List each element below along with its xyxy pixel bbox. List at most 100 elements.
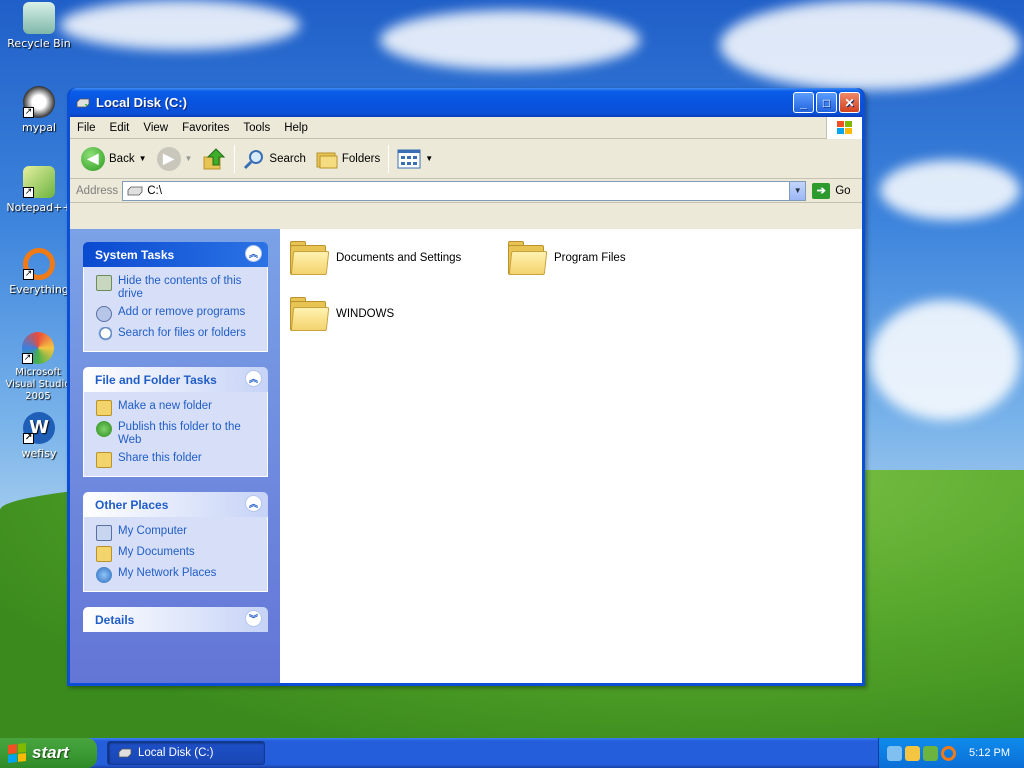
folder-label: Documents and Settings: [336, 252, 462, 264]
folder-icon: [508, 241, 548, 275]
shortcut-arrow-icon: ↗: [23, 187, 34, 198]
taskbar-button-local-disk[interactable]: Local Disk (C:): [107, 741, 265, 765]
drive-icon: [127, 186, 143, 195]
back-dropdown-icon[interactable]: ▼: [139, 154, 147, 163]
add-remove-programs-icon: [96, 306, 112, 322]
place-my-computer[interactable]: My Computer: [96, 525, 261, 541]
up-folder-button[interactable]: [197, 143, 231, 175]
menu-edit[interactable]: Edit: [103, 122, 137, 134]
folder-item[interactable]: Documents and Settings: [290, 241, 461, 275]
windows-flag-icon: [8, 743, 26, 763]
task-hide-drive-contents[interactable]: Hide the contents of this drive: [96, 275, 261, 301]
desktop-icon-visual-studio[interactable]: ↗ Microsoft Visual Studio 2005: [0, 332, 76, 403]
file-list: Documents and Settings Program Files WIN…: [280, 229, 862, 683]
tray-notepadpp-icon[interactable]: [923, 745, 938, 761]
task-publish-folder-web[interactable]: Publish this folder to the Web: [96, 421, 261, 447]
tray-everything-icon[interactable]: [941, 745, 956, 761]
panel-title: System Tasks: [95, 247, 175, 262]
collapse-chevron-icon[interactable]: ︽: [245, 245, 262, 262]
task-pane: System Tasks ︽ Hide the contents of this…: [70, 229, 280, 683]
minimize-button[interactable]: _: [793, 92, 814, 113]
network-places-icon: [96, 567, 112, 583]
go-button[interactable]: ➔ Go: [812, 182, 851, 199]
hide-contents-icon: [96, 275, 112, 291]
close-button[interactable]: ✕: [839, 92, 860, 113]
search-icon: [244, 149, 264, 169]
panel-other-places: Other Places ︽ My Computer My Documents: [83, 492, 268, 592]
menu-file[interactable]: File: [70, 122, 103, 134]
forward-dropdown-icon[interactable]: ▼: [185, 154, 193, 163]
panel-title: Details: [95, 612, 135, 627]
back-label: Back: [109, 152, 135, 165]
folder-item[interactable]: WINDOWS: [290, 297, 394, 331]
system-tray: 5:12 PM: [878, 738, 1024, 768]
folder-item[interactable]: Program Files: [508, 241, 626, 275]
desktop-icon-label: Recycle Bin: [7, 37, 71, 50]
everything-icon: ↗: [23, 248, 55, 280]
task-add-remove-programs[interactable]: Add or remove programs: [96, 306, 261, 322]
start-button[interactable]: start: [0, 738, 97, 768]
address-input[interactable]: C:\ ▼: [122, 180, 807, 201]
folder-icon: [290, 241, 330, 275]
desktop-icon-label: Microsoft Visual Studio 2005: [5, 367, 71, 402]
menu-help[interactable]: Help: [277, 122, 315, 134]
folders-button[interactable]: Folders: [311, 143, 385, 175]
clock[interactable]: 5:12 PM: [969, 747, 1010, 759]
expand-chevron-icon[interactable]: ︾: [245, 610, 262, 627]
back-button[interactable]: ◀ Back ▼: [76, 143, 152, 175]
folder-label: WINDOWS: [336, 308, 395, 320]
mypal-icon: ↗: [23, 86, 55, 118]
desktop-icon-recycle-bin[interactable]: Recycle Bin: [0, 2, 78, 50]
windows-logo-icon: [826, 117, 862, 139]
folder-icon: [290, 297, 330, 331]
panel-header[interactable]: Details ︾: [83, 607, 268, 632]
views-button[interactable]: ▼: [392, 143, 438, 175]
title-bar[interactable]: Local Disk (C:) _ □ ✕: [70, 88, 862, 117]
search-label: Search: [269, 152, 306, 165]
visual-studio-icon: ↗: [22, 332, 54, 364]
my-documents-icon: [96, 546, 112, 562]
views-icon: [397, 149, 421, 168]
menu-favorites[interactable]: Favorites: [175, 122, 236, 134]
shortcut-arrow-icon: ↗: [23, 433, 34, 444]
window-title: Local Disk (C:): [96, 95, 188, 110]
taskbar: start Local Disk (C:) 5:12 PM: [0, 738, 1024, 768]
tray-network-icon[interactable]: [887, 745, 902, 761]
drive-icon: [118, 748, 132, 758]
back-arrow-icon: ◀: [81, 146, 105, 171]
tray-wefisy-icon[interactable]: [905, 745, 920, 761]
place-my-documents[interactable]: My Documents: [96, 546, 261, 562]
collapse-chevron-icon[interactable]: ︽: [245, 495, 262, 512]
panel-title: File and Folder Tasks: [95, 372, 217, 387]
menu-tools[interactable]: Tools: [236, 122, 277, 134]
forward-button[interactable]: ▶ ▼: [152, 143, 198, 175]
up-folder-icon: [203, 147, 226, 169]
menu-view[interactable]: View: [136, 122, 175, 134]
maximize-button[interactable]: □: [816, 92, 837, 113]
task-search-files[interactable]: Search for files or folders: [96, 327, 261, 343]
shortcut-arrow-icon: ↗: [23, 107, 34, 118]
toolbar: ◀ Back ▼ ▶ ▼ Search Folders ▼: [70, 139, 862, 179]
go-label: Go: [835, 184, 851, 197]
start-label: start: [32, 743, 69, 762]
panel-header[interactable]: File and Folder Tasks ︽: [83, 367, 268, 392]
address-dropdown-icon[interactable]: ▼: [789, 181, 806, 200]
task-share-folder[interactable]: Share this folder: [96, 452, 261, 468]
search-icon: [96, 327, 112, 343]
search-button[interactable]: Search: [238, 143, 310, 175]
place-my-network-places[interactable]: My Network Places: [96, 567, 261, 583]
go-arrow-icon: ➔: [812, 182, 831, 199]
panel-header[interactable]: System Tasks ︽: [83, 242, 268, 267]
folders-icon: [316, 152, 338, 168]
panel-title: Other Places: [95, 497, 169, 512]
address-value: C:\: [147, 184, 162, 197]
taskbar-button-label: Local Disk (C:): [138, 747, 214, 759]
panel-system-tasks: System Tasks ︽ Hide the contents of this…: [83, 242, 268, 352]
folders-label: Folders: [341, 152, 381, 165]
recycle-bin-icon: [23, 2, 55, 34]
task-make-new-folder[interactable]: Make a new folder: [96, 400, 261, 416]
panel-header[interactable]: Other Places ︽: [83, 492, 268, 517]
panel-details: Details ︾: [83, 607, 268, 632]
collapse-chevron-icon[interactable]: ︽: [245, 370, 262, 387]
address-label: Address: [76, 184, 119, 197]
